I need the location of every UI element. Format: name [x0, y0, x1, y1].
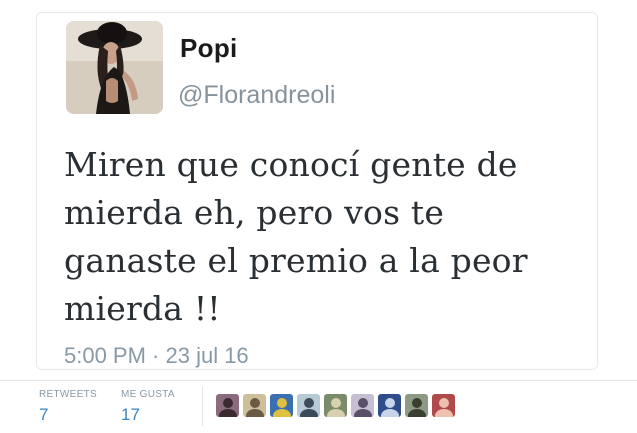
tweet-text-line: Miren que conocí gente de: [64, 145, 518, 184]
liker-avatar[interactable]: [351, 394, 374, 417]
tweet-text: Miren que conocí gente de mierda eh, per…: [64, 141, 589, 333]
tweet-timestamp[interactable]: 5:00 PM · 23 jul 16: [64, 343, 249, 369]
stats-vertical-divider: [202, 386, 203, 426]
liker-avatar[interactable]: [270, 394, 293, 417]
tweet-card: Popi @Florandreoli Miren que conocí gent…: [36, 12, 598, 370]
user-handle[interactable]: @Florandreoli: [178, 81, 335, 110]
liker-avatar[interactable]: [243, 394, 266, 417]
liker-avatar[interactable]: [378, 394, 401, 417]
liker-avatar[interactable]: [405, 394, 428, 417]
retweets-count[interactable]: 7: [39, 405, 97, 425]
engagement-bar: RETWEETS 7 ME GUSTA 17: [0, 380, 637, 433]
likes-label: ME GUSTA: [121, 389, 175, 400]
retweets-label: RETWEETS: [39, 389, 97, 400]
retweets-stat[interactable]: RETWEETS 7: [39, 389, 97, 425]
profile-photo: [66, 21, 163, 114]
profile-avatar[interactable]: [66, 21, 163, 114]
likes-count[interactable]: 17: [121, 405, 175, 425]
liker-avatar[interactable]: [432, 394, 455, 417]
tweet-text-line: ganaste el premio a la peor: [64, 241, 528, 280]
liker-avatars: [216, 394, 455, 420]
liker-avatar[interactable]: [216, 394, 239, 417]
tweet-text-line: mierda eh, pero vos te: [64, 193, 445, 232]
likes-stat[interactable]: ME GUSTA 17: [121, 389, 175, 425]
tweet-text-line: mierda !!: [64, 289, 221, 328]
liker-avatar[interactable]: [324, 394, 347, 417]
display-name[interactable]: Popi: [180, 33, 238, 64]
liker-avatar[interactable]: [297, 394, 320, 417]
stats-divider-line: [0, 380, 637, 381]
